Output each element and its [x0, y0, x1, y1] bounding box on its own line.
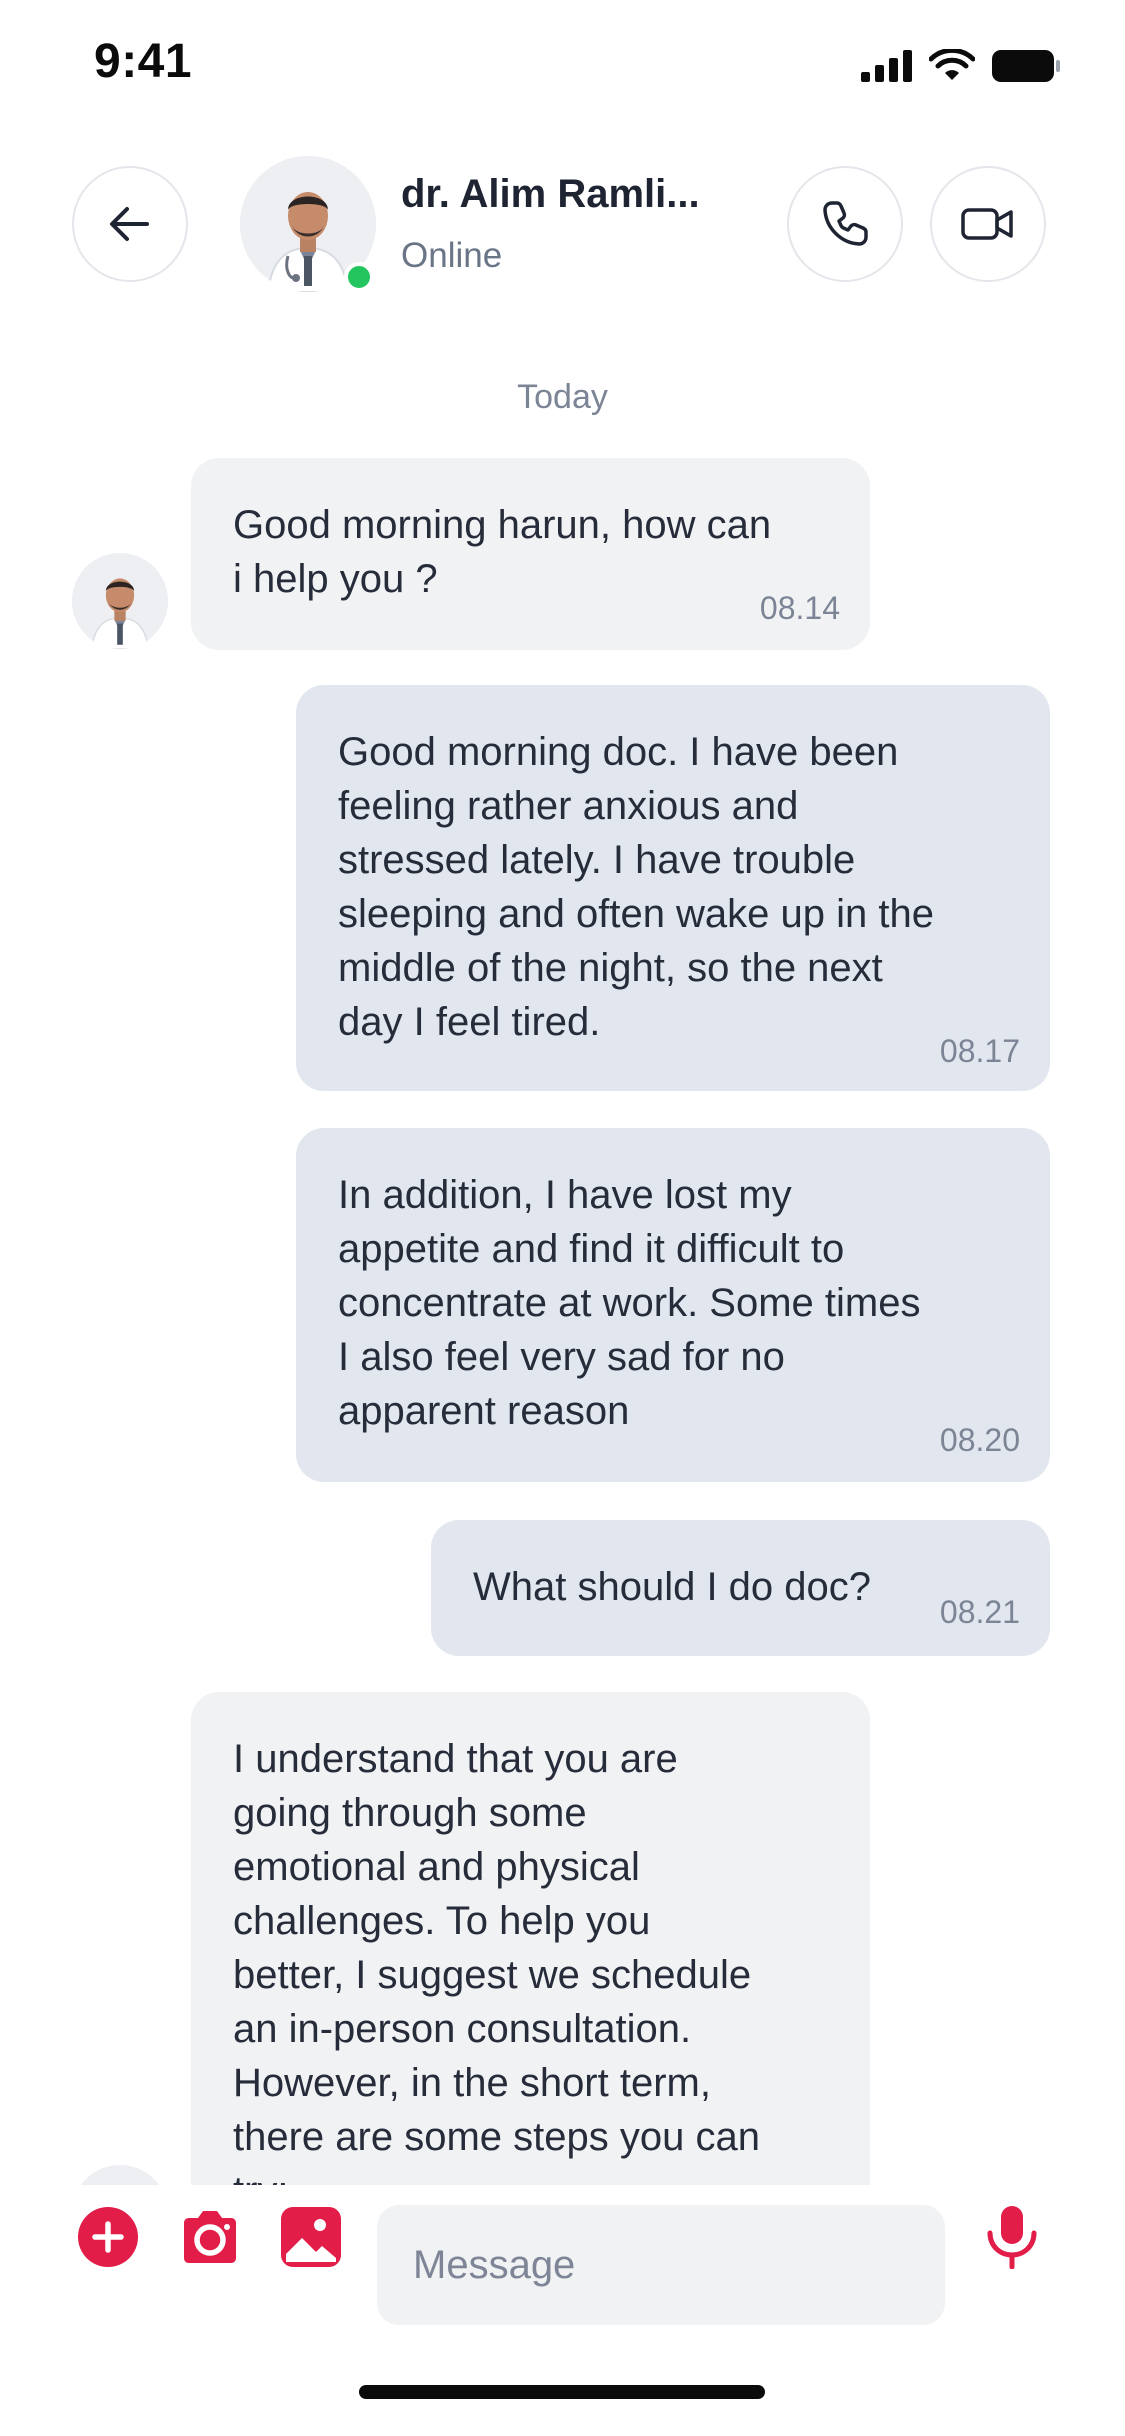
message-time: 08.14	[759, 590, 840, 626]
arrow-left-icon	[110, 207, 149, 241]
doctor-avatar-image	[72, 2165, 168, 2185]
message-text: In addition, I have lost my appetite and…	[338, 1173, 921, 1433]
plus-circle-icon	[78, 2207, 138, 2267]
online-indicator	[344, 262, 374, 292]
gallery-button[interactable]	[279, 2205, 343, 2269]
day-separator: Today	[517, 378, 608, 416]
battery-icon	[992, 50, 1060, 82]
message-input[interactable]	[377, 2205, 945, 2325]
video-call-button[interactable]	[930, 166, 1046, 282]
message-text: What should I do doc?	[473, 1565, 872, 1609]
contact-name[interactable]: dr. Alim Ramli...	[401, 172, 700, 217]
video-camera-icon	[961, 208, 1013, 240]
message-bubble-incoming[interactable]: Good morning harun, how can i help you ?…	[191, 458, 870, 650]
doctor-avatar-image	[72, 553, 168, 649]
status-bar: 9:41	[0, 0, 1125, 130]
message-time: 08.17	[939, 1033, 1020, 1069]
contact-status: Online	[401, 236, 503, 275]
camera-icon	[184, 2211, 236, 2263]
home-indicator[interactable]	[359, 2385, 765, 2399]
chat-header: dr. Alim Ramli... Online	[0, 150, 1125, 300]
back-button[interactable]	[72, 166, 188, 282]
voice-call-button[interactable]	[787, 166, 903, 282]
message-bubble-outgoing[interactable]: In addition, I have lost my appetite and…	[296, 1128, 1050, 1482]
image-icon	[281, 2207, 341, 2267]
message-bubble-outgoing[interactable]: What should I do doc? 08.21	[431, 1520, 1050, 1656]
microphone-icon	[987, 2206, 1037, 2269]
message-time: 08.20	[939, 1422, 1020, 1458]
message-list[interactable]: Good morning harun, how can i help you ?…	[0, 430, 1125, 2185]
status-icons	[861, 42, 1061, 90]
message-text: Good morning harun, how can i help you ?	[233, 503, 772, 601]
sender-avatar	[72, 2165, 168, 2185]
cellular-signal-icon	[861, 50, 912, 82]
status-time: 9:41	[94, 35, 193, 88]
message-text: I understand that you are going through …	[233, 1737, 760, 2185]
wifi-icon	[929, 49, 975, 80]
message-bubble-incoming[interactable]: I understand that you are going through …	[191, 1692, 870, 2185]
sender-avatar	[72, 553, 168, 649]
message-text: Good morning doc. I have been feeling ra…	[338, 730, 934, 1044]
message-time: 08.21	[939, 1594, 1020, 1630]
add-attachment-button[interactable]	[76, 2205, 140, 2269]
camera-button[interactable]	[178, 2205, 242, 2269]
message-bubble-outgoing[interactable]: Good morning doc. I have been feeling ra…	[296, 685, 1050, 1091]
voice-message-button[interactable]	[980, 2205, 1044, 2269]
phone-icon	[823, 201, 868, 246]
